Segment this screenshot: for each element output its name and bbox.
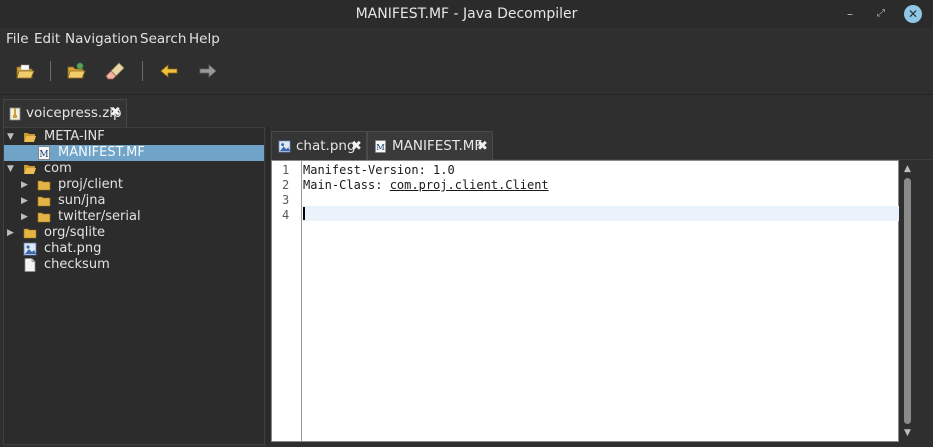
open-file-icon [16, 64, 35, 79]
tree-item-manifest-mf[interactable]: M MANIFEST.MF [4, 145, 264, 161]
folder-icon [37, 212, 51, 223]
text-editor[interactable]: 1 2 3 4 Manifest-Version: 1.0 Main-Class… [271, 160, 899, 442]
open-type-icon [67, 62, 86, 79]
tree-item-label: META-INF [44, 129, 105, 144]
tree-item-label: MANIFEST.MF [58, 145, 145, 160]
line-number: 2 [282, 178, 290, 192]
tab-label: voicepress.zip [26, 105, 122, 121]
line-number: 3 [282, 193, 290, 207]
tree-item-label: checksum [44, 257, 110, 272]
svg-text:M: M [39, 150, 48, 160]
menu-bar: File Edit Navigation Search Help [0, 28, 933, 50]
tab-manifest-mf[interactable]: M MANIFEST.MF ✖ [367, 131, 493, 160]
tree-item-label: proj/client [58, 177, 123, 192]
image-file-icon [23, 242, 37, 256]
tree-item-label: twitter/serial [58, 209, 141, 224]
vertical-scrollbar[interactable]: ▲ ▼ [900, 160, 915, 442]
menu-file[interactable]: File [6, 31, 29, 47]
forward-button[interactable] [197, 60, 219, 82]
folder-open-icon [24, 165, 36, 174]
file-tree[interactable]: ▼ META-INF M MANIFEST.MF ▼ com ▶ proj/cl… [3, 127, 265, 445]
open-type-button[interactable] [65, 60, 87, 82]
tree-item-twitter-serial[interactable]: ▶ twitter/serial [4, 209, 264, 225]
minimize-button[interactable]: – [842, 6, 858, 22]
file-tab-bar: voicepress.zip ✖ [0, 94, 933, 127]
scroll-up-arrow[interactable]: ▲ [903, 165, 912, 174]
tree-item-sun-jna[interactable]: ▶ sun/jna [4, 193, 264, 209]
title-bar: MANIFEST.MF - Java Decompiler – ⤢ ✕ [0, 0, 933, 28]
right-margin [916, 160, 933, 447]
text-file-icon [24, 258, 36, 272]
folder-icon [37, 196, 51, 207]
menu-edit[interactable]: Edit [34, 31, 60, 47]
clear-icon [105, 62, 125, 80]
folder-open-icon [24, 133, 36, 142]
line-number-gutter: 1 2 3 4 [272, 161, 302, 441]
tree-item-label: chat.png [44, 241, 102, 256]
close-tab-button[interactable]: ✖ [351, 139, 362, 154]
line-number: 1 [282, 163, 290, 177]
open-file-button[interactable] [14, 60, 36, 82]
archive-icon [9, 107, 21, 121]
manifest-file-icon: M [38, 146, 50, 160]
maximize-button[interactable]: ⤢ [873, 6, 889, 22]
tab-voicepress-zip[interactable]: voicepress.zip ✖ [3, 99, 127, 127]
folder-icon [37, 180, 51, 191]
tree-item-chat-png[interactable]: chat.png [4, 241, 264, 257]
manifest-file-icon: M [375, 140, 386, 153]
menu-help[interactable]: Help [189, 31, 220, 47]
scroll-down-arrow[interactable]: ▼ [903, 429, 912, 438]
forward-icon [199, 64, 217, 78]
expand-arrow[interactable]: ▶ [7, 225, 17, 241]
editor-tab-bar: chat.png ✖ M MANIFEST.MF ✖ [270, 127, 933, 160]
expand-arrow[interactable]: ▶ [21, 177, 31, 193]
line-number: 4 [282, 208, 290, 222]
close-tab-button[interactable]: ✖ [477, 139, 488, 154]
tab-label: chat.png [296, 138, 356, 154]
tree-item-org-sqlite[interactable]: ▶ org/sqlite [4, 225, 264, 241]
close-tab-button[interactable]: ✖ [110, 105, 121, 120]
expand-arrow[interactable]: ▶ [21, 193, 31, 209]
menu-navigation[interactable]: Navigation [65, 31, 138, 47]
tree-item-label: org/sqlite [44, 225, 106, 240]
tree-item-proj-client[interactable]: ▶ proj/client [4, 177, 264, 193]
manifest-version-line: Manifest-Version: 1.0 [303, 163, 455, 177]
svg-text:M: M [376, 142, 385, 152]
tree-item-meta-inf[interactable]: ▼ META-INF [4, 129, 264, 145]
scrollbar-thumb[interactable] [904, 178, 911, 424]
image-file-icon [278, 140, 291, 153]
code-line: Main-Class: com.proj.client.Client [303, 178, 549, 192]
expand-arrow[interactable]: ▼ [7, 161, 17, 177]
menu-search[interactable]: Search [140, 31, 186, 47]
tab-label: MANIFEST.MF [392, 138, 483, 154]
text-caret [303, 207, 305, 220]
code-line: Manifest-Version: 1.0 [303, 163, 455, 177]
toolbar-separator [50, 61, 51, 81]
back-button[interactable] [158, 60, 180, 82]
tree-item-checksum[interactable]: checksum [4, 257, 264, 273]
back-icon [160, 64, 178, 78]
split-pane-divider[interactable] [266, 127, 270, 445]
close-window-button[interactable]: ✕ [904, 5, 922, 23]
clear-button[interactable] [105, 60, 127, 82]
expand-arrow[interactable]: ▼ [7, 129, 17, 145]
main-class-key: Main-Class: [303, 178, 390, 192]
toolbar [0, 52, 933, 90]
window-title: MANIFEST.MF - Java Decompiler [355, 6, 578, 22]
folder-icon [23, 228, 37, 239]
tree-item-label: com [44, 161, 72, 176]
tree-item-com[interactable]: ▼ com [4, 161, 264, 177]
main-class-link[interactable]: com.proj.client.Client [390, 178, 549, 192]
tab-chat-png[interactable]: chat.png ✖ [271, 131, 367, 160]
expand-arrow[interactable]: ▶ [21, 209, 31, 225]
tree-item-label: sun/jna [58, 193, 106, 208]
current-line-highlight [303, 206, 899, 221]
toolbar-separator [142, 61, 143, 81]
